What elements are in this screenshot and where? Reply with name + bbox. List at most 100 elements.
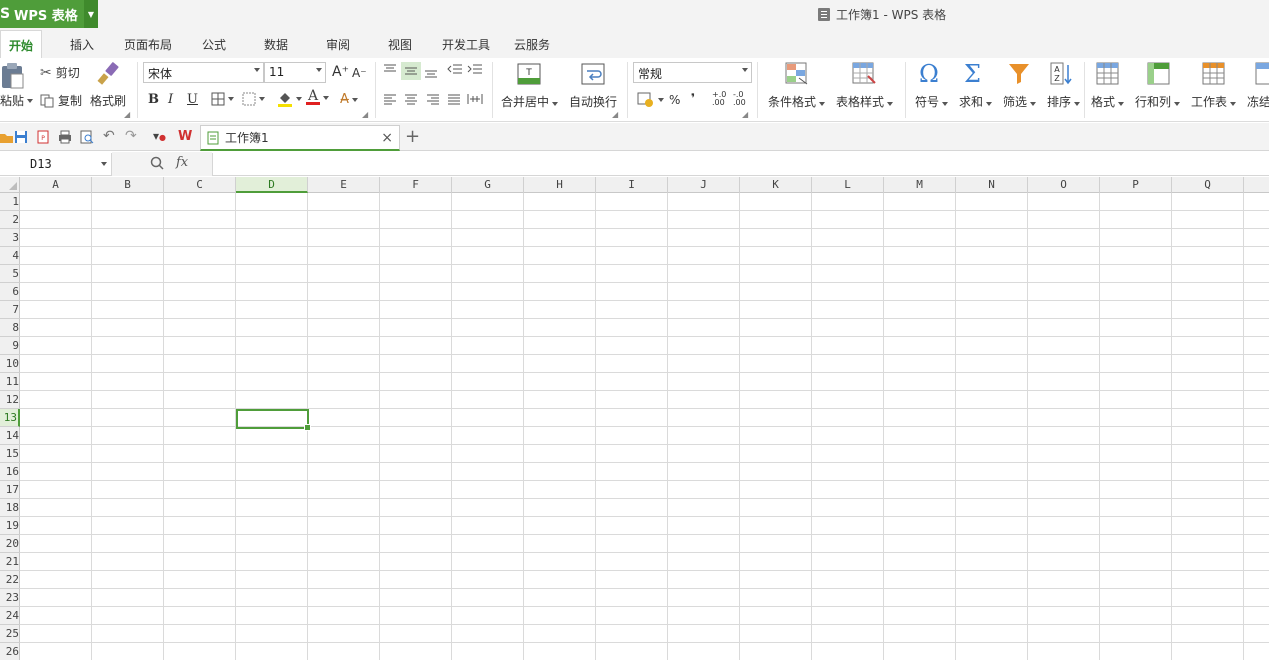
row-header[interactable]: 19 (0, 517, 20, 535)
zoom-search-icon[interactable] (150, 156, 164, 170)
row-header[interactable]: 22 (0, 571, 20, 589)
tab-page-layout[interactable]: 页面布局 (124, 36, 172, 53)
undo-icon[interactable]: ↶ (103, 128, 117, 144)
column-header[interactable]: H (524, 177, 596, 193)
align-middle-button[interactable] (401, 62, 421, 80)
column-header[interactable]: L (812, 177, 884, 193)
tab-formulas[interactable]: 公式 (202, 36, 226, 53)
font-name-select[interactable]: 宋体 (143, 62, 264, 83)
print-icon[interactable] (58, 130, 72, 144)
new-tab-button[interactable]: + (405, 126, 420, 147)
column-header[interactable]: E (308, 177, 380, 193)
cell-area[interactable] (20, 193, 1269, 660)
column-header[interactable]: K (740, 177, 812, 193)
borders-button[interactable] (211, 92, 234, 106)
tab-home[interactable]: 开始 (0, 30, 43, 58)
font-color-button[interactable]: A (306, 89, 329, 105)
column-header[interactable]: G (452, 177, 524, 193)
increase-indent-button[interactable] (467, 64, 483, 76)
row-header[interactable]: 20 (0, 535, 20, 553)
row-header[interactable]: 14 (0, 427, 20, 445)
row-header[interactable]: 25 (0, 625, 20, 643)
tab-cloud-service[interactable]: 云服务 (514, 36, 550, 53)
table-style-button[interactable]: 表格样式 (836, 93, 894, 110)
wrap-text-button[interactable]: 自动换行 (569, 93, 617, 110)
format-painter-button[interactable]: 格式刷 (90, 92, 126, 109)
sort-az-icon[interactable]: AZ (1050, 62, 1074, 86)
print-preview-icon[interactable] (80, 130, 94, 144)
app-menu-button[interactable]: S WPS 表格 ▼ (0, 0, 98, 28)
merge-center-icon[interactable]: T (517, 62, 541, 86)
comma-style-button[interactable]: ❜ (691, 91, 695, 105)
merge-center-button[interactable]: 合并居中 (501, 93, 559, 110)
align-left-button[interactable] (383, 94, 397, 106)
distributed-button[interactable] (467, 93, 483, 105)
currency-button[interactable] (637, 92, 664, 108)
row-header[interactable]: 1 (0, 193, 20, 211)
number-format-select[interactable]: 常规 (633, 62, 752, 83)
percent-button[interactable]: % (669, 93, 680, 107)
decrease-indent-button[interactable] (447, 64, 463, 76)
grow-font-button[interactable]: A⁺ (332, 64, 349, 80)
sigma-sum-icon[interactable]: Σ (964, 60, 988, 88)
row-header[interactable]: 21 (0, 553, 20, 571)
formula-input[interactable] (212, 153, 1269, 175)
row-header[interactable]: 26 (0, 643, 20, 660)
cell-style-button[interactable] (242, 92, 265, 106)
close-tab-icon[interactable]: × (381, 130, 393, 146)
select-all-corner[interactable] (0, 177, 20, 193)
row-header[interactable]: 24 (0, 607, 20, 625)
row-header[interactable]: 10 (0, 355, 20, 373)
justify-button[interactable] (447, 94, 461, 106)
chevron-down-icon[interactable]: ▼ (84, 0, 98, 28)
row-column-icon[interactable] (1147, 62, 1171, 86)
expand-corner-icon[interactable]: ◢ (362, 110, 368, 119)
expand-corner-icon[interactable]: ◢ (124, 110, 130, 119)
column-header[interactable]: D (236, 177, 308, 193)
format-button[interactable]: 格式 (1091, 93, 1125, 110)
export-pdf-icon[interactable]: P (36, 130, 50, 144)
table-style-icon[interactable] (852, 62, 876, 86)
filter-button[interactable]: 筛选 (1003, 93, 1037, 110)
conditional-format-button[interactable]: 条件格式 (768, 93, 826, 110)
column-header[interactable]: N (956, 177, 1028, 193)
paste-dropdown[interactable]: 粘贴 (0, 92, 34, 109)
fx-button[interactable]: fx (176, 155, 188, 170)
row-header[interactable]: 17 (0, 481, 20, 499)
row-header[interactable]: 3 (0, 229, 20, 247)
align-right-button[interactable] (426, 94, 440, 106)
row-header[interactable]: 9 (0, 337, 20, 355)
column-header[interactable]: A (20, 177, 92, 193)
row-header[interactable]: 11 (0, 373, 20, 391)
row-header[interactable]: 7 (0, 301, 20, 319)
name-box[interactable]: D13 (0, 153, 112, 175)
shrink-font-button[interactable]: A⁻ (352, 66, 367, 80)
wps-w-logo-icon[interactable]: W (178, 129, 192, 144)
row-header[interactable]: 16 (0, 463, 20, 481)
cut-button[interactable]: ✂ 剪切 (40, 64, 80, 81)
fill-color-button[interactable] (277, 90, 302, 108)
column-header[interactable]: O (1028, 177, 1100, 193)
row-header[interactable]: 8 (0, 319, 20, 337)
bold-button[interactable]: B (148, 92, 159, 107)
tab-data[interactable]: 数据 (264, 36, 288, 53)
row-header[interactable]: 23 (0, 589, 20, 607)
increase-decimal-button[interactable]: +.0 .00 (712, 91, 728, 107)
sum-button[interactable]: 求和 (959, 93, 993, 110)
worksheet-icon[interactable] (1202, 62, 1226, 86)
underline-button[interactable]: U (187, 92, 198, 107)
conditional-format-icon[interactable] (785, 62, 809, 86)
column-header[interactable]: B (92, 177, 164, 193)
wrap-text-icon[interactable] (581, 62, 605, 86)
row-header[interactable]: 5 (0, 265, 20, 283)
tab-insert[interactable]: 插入 (70, 36, 94, 53)
copy-button[interactable]: 复制 (40, 92, 82, 109)
paste-button[interactable] (0, 62, 26, 90)
worksheet-button[interactable]: 工作表 (1191, 93, 1237, 110)
active-cell-cursor[interactable] (236, 409, 311, 431)
filter-funnel-icon[interactable] (1007, 62, 1031, 86)
customize-dropdown-icon[interactable]: ▾● (153, 129, 167, 143)
column-header[interactable]: M (884, 177, 956, 193)
italic-button[interactable]: I (168, 92, 173, 107)
row-header[interactable]: 13 (0, 409, 20, 427)
